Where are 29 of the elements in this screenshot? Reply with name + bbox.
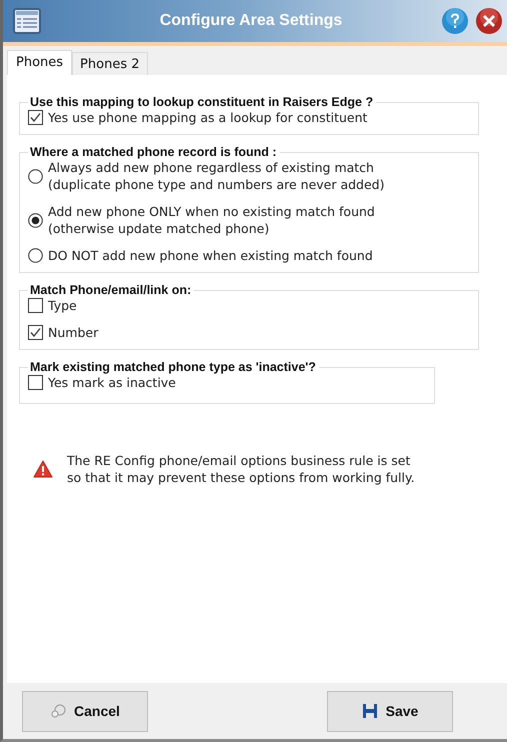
checkbox[interactable]	[28, 298, 43, 313]
radio-button[interactable]	[28, 212, 43, 228]
radio-button[interactable]	[28, 168, 43, 184]
option-label: Number	[48, 324, 98, 341]
circles-icon	[50, 704, 66, 718]
save-button[interactable]: Save	[327, 690, 453, 732]
window-title: Configure Area Settings	[158, 12, 344, 30]
tab[interactable]: Phones	[7, 50, 72, 75]
option-label: Always add new phone regardless of existing match (duplicate phone type and numbers are never added)	[48, 159, 384, 193]
checkbox[interactable]	[28, 375, 43, 390]
option-label: Type	[48, 297, 77, 314]
group-title: Use this mapping to lookup constituent in Raisers Edge ?	[29, 95, 374, 109]
list-icon	[13, 8, 41, 34]
tab[interactable]: Phones 2	[72, 52, 148, 75]
warning-icon	[33, 460, 53, 478]
radio-button[interactable]	[28, 248, 43, 263]
checkbox[interactable]	[28, 325, 43, 340]
cancel-button[interactable]: Cancel	[22, 690, 148, 732]
option-label: Yes mark as inactive	[48, 374, 176, 391]
option-label: Yes use phone mapping as a lookup for constituent	[48, 109, 368, 126]
help-icon[interactable]	[441, 7, 469, 35]
group-title: Where a matched phone record is found :	[29, 145, 278, 159]
warning-message: The RE Config phone/email options business rule is set so that it may prevent these options from working fully.	[67, 452, 415, 486]
close-icon[interactable]	[475, 7, 503, 35]
option-label: Add new phone ONLY when no existing match found (otherwise update matched phone)	[48, 203, 375, 237]
option-label: DO NOT add new phone when existing match found	[48, 247, 373, 264]
group-title: Mark existing matched phone type as 'inactive'?	[29, 360, 317, 374]
checkbox[interactable]	[28, 110, 43, 125]
group-title: Match Phone/email/link on:	[29, 283, 192, 297]
